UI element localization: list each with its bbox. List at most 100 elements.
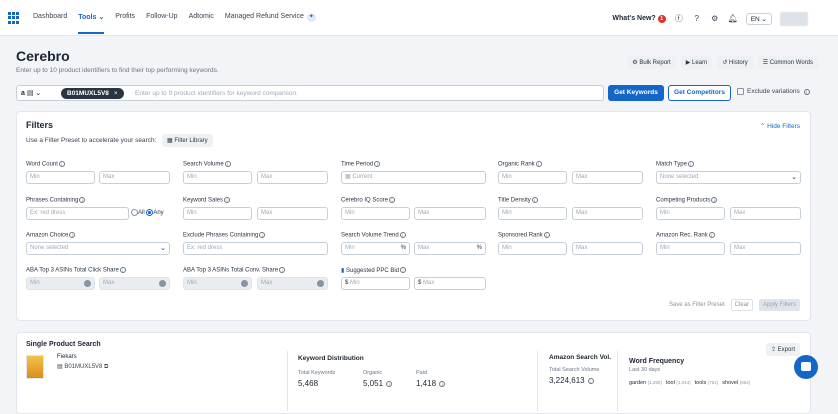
aba-conv-max[interactable]: Max bbox=[257, 277, 328, 290]
word-count-min[interactable]: Min bbox=[26, 171, 95, 184]
nav-profits[interactable]: Profits bbox=[115, 13, 135, 22]
help-icon[interactable]: ? bbox=[692, 14, 702, 24]
aba-conv-min[interactable]: Min bbox=[183, 277, 252, 290]
whats-new-button[interactable]: What's New? 1 bbox=[612, 15, 666, 23]
exclude-variations-checkbox[interactable]: Exclude variations i bbox=[737, 88, 810, 95]
search-volume-min[interactable]: Min bbox=[183, 171, 252, 184]
common-words-button[interactable]: ☰ Common Words bbox=[757, 56, 818, 69]
all-any-toggle: All Any bbox=[131, 209, 164, 216]
competing-products-min[interactable]: Min bbox=[656, 207, 725, 220]
phrases-containing-input[interactable]: Ex: red dress bbox=[26, 207, 129, 220]
competing-products-max[interactable]: Max bbox=[730, 207, 801, 220]
cerebro-iq-text: Cerebro IQ Score bbox=[341, 197, 389, 204]
checkbox-icon bbox=[737, 88, 744, 95]
exclude-phrases-text: Exclude Phrases Containing bbox=[183, 232, 259, 239]
chat-icon bbox=[801, 362, 811, 371]
avatar[interactable] bbox=[780, 12, 808, 26]
phrases-containing-text: Phrases Containing bbox=[26, 197, 79, 204]
time-period-select[interactable]: ▦ Current bbox=[341, 171, 486, 184]
nav-follow-up[interactable]: Follow-Up bbox=[146, 13, 178, 22]
bulk-report-button[interactable]: ⚙ Bulk Report bbox=[627, 56, 676, 69]
title-density-min[interactable]: Min bbox=[498, 207, 567, 220]
word-item[interactable]: shovel (664) bbox=[722, 380, 750, 386]
filters-title: Filters bbox=[26, 120, 54, 130]
nav-tools[interactable]: Tools ⌄ bbox=[78, 13, 105, 34]
percent-suffix: % bbox=[400, 245, 406, 251]
language-label: EN bbox=[750, 16, 760, 23]
sponsored-rank-min[interactable]: Min bbox=[498, 242, 567, 255]
info-icon: i bbox=[224, 161, 231, 167]
facebook-icon[interactable]: ⓕ bbox=[674, 14, 684, 24]
ppc-bid-max[interactable]: $ Max bbox=[414, 277, 486, 290]
sponsored-rank-max[interactable]: Max bbox=[572, 242, 643, 255]
export-button[interactable]: ⇪ Export bbox=[765, 343, 800, 356]
info-icon: i bbox=[374, 161, 381, 167]
history-button[interactable]: ↺ History bbox=[717, 56, 753, 69]
scrollbar[interactable] bbox=[832, 36, 838, 414]
product-asin-text: B01MUXL5V8 bbox=[64, 364, 103, 370]
filter-library-label: Filter Library bbox=[174, 138, 208, 144]
cerebro-iq-min[interactable]: Min bbox=[341, 207, 410, 220]
helium10-logo-icon[interactable] bbox=[8, 12, 20, 24]
close-icon[interactable]: × bbox=[114, 90, 118, 97]
settings-icon[interactable]: ⚙ bbox=[710, 14, 720, 24]
nav-dashboard[interactable]: Dashboard bbox=[33, 13, 67, 22]
nav-adtomic[interactable]: Adtomic bbox=[189, 13, 214, 22]
product-image[interactable] bbox=[26, 355, 44, 379]
sv-trend-max[interactable]: Max% bbox=[414, 242, 486, 255]
hide-filters-link[interactable]: ⌃ Hide Filters bbox=[760, 122, 800, 130]
marketplace-select[interactable]: a ▤ ⌄ bbox=[21, 89, 41, 97]
get-keywords-button[interactable]: Get Keywords bbox=[608, 85, 664, 101]
language-select[interactable]: EN ⌄ bbox=[745, 13, 772, 25]
bell-icon[interactable]: 🔔︎ bbox=[728, 14, 738, 24]
keyword-sales-text: Keyword Sales bbox=[183, 197, 224, 204]
sv-trend-min[interactable]: Min% bbox=[341, 242, 410, 255]
save-preset-button[interactable]: Save as Filter Preset bbox=[669, 302, 725, 308]
info-icon: i bbox=[708, 232, 715, 238]
search-volume-max[interactable]: Max bbox=[257, 171, 328, 184]
amazon-choice-select[interactable]: None selected ⌄ bbox=[26, 242, 170, 255]
all-radio[interactable] bbox=[131, 209, 138, 216]
aba-click-min[interactable]: Min bbox=[26, 277, 95, 290]
organic-label: Organic bbox=[363, 370, 383, 376]
title-density-text: Title Density bbox=[498, 197, 531, 204]
aba-click-max[interactable]: Max bbox=[99, 277, 170, 290]
chart-icon: ▮ bbox=[341, 268, 345, 274]
apply-filters-button[interactable]: Apply Filters bbox=[758, 299, 800, 311]
word-item[interactable]: garden (1,290) bbox=[629, 380, 662, 386]
chat-button[interactable] bbox=[794, 355, 818, 379]
exclude-phrases-input[interactable]: Ex: red dress bbox=[183, 242, 328, 255]
keyword-sales-max[interactable]: Max bbox=[257, 207, 328, 220]
sparkle-icon: ✦ bbox=[306, 13, 316, 22]
word-item[interactable]: tools (761) bbox=[695, 380, 719, 386]
organic-value-text: 5,051 bbox=[363, 379, 384, 388]
cerebro-iq-max[interactable]: Max bbox=[414, 207, 486, 220]
clear-button[interactable]: Clear bbox=[730, 299, 753, 311]
keyword-sales-min[interactable]: Min bbox=[183, 207, 252, 220]
asin-chip[interactable]: B01MUXL5V8 × bbox=[61, 88, 124, 99]
word-count-max[interactable]: Max bbox=[99, 171, 170, 184]
amazon-rec-rank-min[interactable]: Min bbox=[656, 242, 725, 255]
get-competitors-button[interactable]: Get Competitors bbox=[668, 85, 731, 101]
amazon-rec-rank-max[interactable]: Max bbox=[730, 242, 801, 255]
match-type-select[interactable]: None selected ⌄ bbox=[656, 171, 801, 184]
amazon-choice-label: Amazon Choice i bbox=[26, 232, 76, 239]
word-item[interactable]: tool (1,044) bbox=[666, 380, 691, 386]
copy-icon[interactable]: ⧉ bbox=[104, 364, 108, 370]
filter-library-button[interactable]: ▦ Filter Library bbox=[162, 134, 213, 147]
paid-value: 1,418 i bbox=[416, 379, 446, 388]
ppc-bid-min[interactable]: $ Min bbox=[341, 277, 410, 290]
learn-button[interactable]: ▶ Learn bbox=[680, 56, 713, 69]
info-icon: i bbox=[259, 232, 266, 238]
asin-search-input[interactable]: a ▤ ⌄ B01MUXL5V8 × Enter up to 9 product … bbox=[16, 85, 604, 101]
nav-managed-refund-service[interactable]: Managed Refund Service ✦ bbox=[225, 13, 316, 22]
title-density-max[interactable]: Max bbox=[572, 207, 643, 220]
percent-suffix: % bbox=[476, 245, 482, 251]
organic-rank-max[interactable]: Max bbox=[572, 171, 643, 184]
right-nav: What's New? 1 ⓕ ? ⚙ 🔔︎ EN ⌄ bbox=[612, 12, 808, 26]
info-icon: i bbox=[279, 267, 286, 273]
divider bbox=[287, 351, 288, 411]
total-search-volume-label: Total Search Volume bbox=[549, 367, 600, 373]
word-text: shovel bbox=[722, 380, 739, 386]
organic-rank-min[interactable]: Min bbox=[498, 171, 567, 184]
